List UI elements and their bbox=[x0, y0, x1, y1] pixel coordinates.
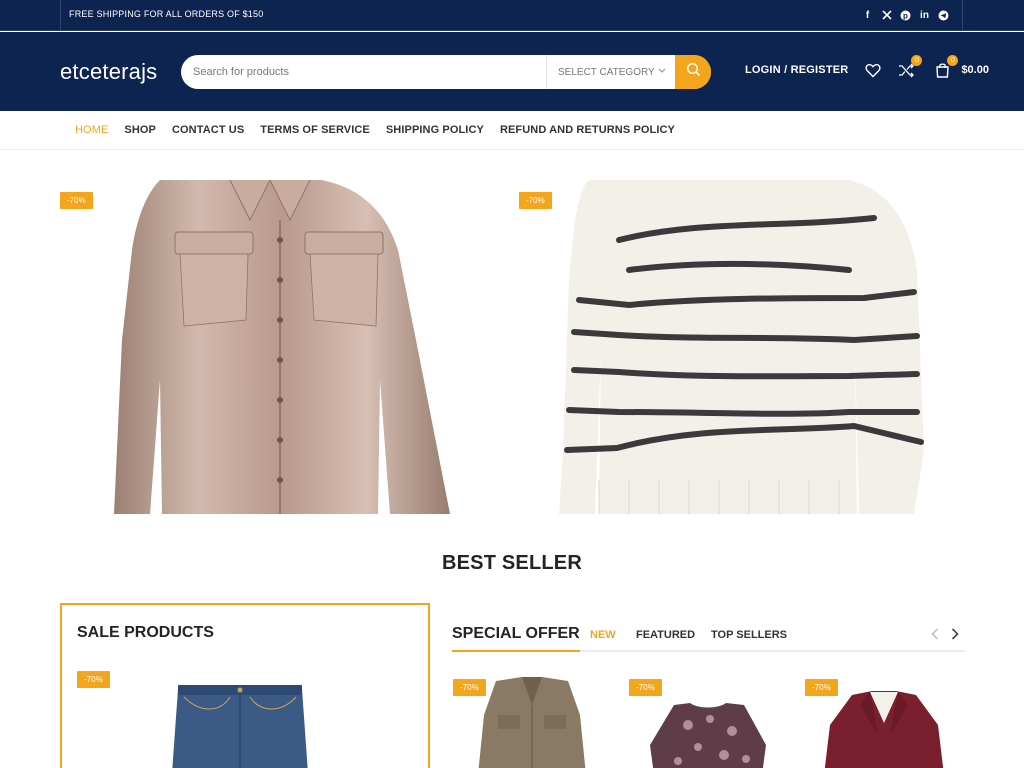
wishlist-icon[interactable] bbox=[864, 61, 882, 79]
carousel-arrows bbox=[931, 627, 959, 643]
tab-new[interactable]: NEW bbox=[590, 629, 616, 641]
search-form: SELECT CATEGORY bbox=[181, 55, 711, 89]
top-bar: FREE SHIPPING FOR ALL ORDERS OF $150 f p… bbox=[0, 0, 1024, 31]
nav-item-shop[interactable]: SHOP bbox=[124, 124, 156, 136]
chevron-down-icon bbox=[658, 66, 666, 76]
best-seller-heading: BEST SELLER bbox=[442, 552, 582, 574]
header-tools: LOGIN / REGISTER 0 0 $0.00 bbox=[745, 55, 989, 80]
cart-total[interactable]: $0.00 bbox=[961, 64, 989, 76]
nav-item-terms-of-service[interactable]: TERMS OF SERVICE bbox=[260, 124, 370, 136]
linkedin-icon[interactable]: in bbox=[919, 8, 930, 22]
product-tabs: SPECIAL OFFER NEW FEATURED TOP SELLERS bbox=[452, 622, 965, 652]
sale-products-heading: SALE PRODUCTS bbox=[77, 624, 214, 641]
discount-badge: -70% bbox=[77, 671, 110, 688]
satin-shirt-image bbox=[114, 180, 450, 514]
nav-item-refund-returns-policy[interactable]: REFUND AND RETURNS POLICY bbox=[500, 124, 675, 136]
discount-badge: -70% bbox=[60, 192, 93, 209]
site-logo[interactable]: etceterajs bbox=[60, 59, 157, 85]
search-button[interactable] bbox=[675, 55, 711, 89]
jeans-image bbox=[172, 685, 308, 768]
telegram-icon[interactable] bbox=[938, 8, 949, 22]
discount-badge: -70% bbox=[453, 679, 486, 696]
divider bbox=[60, 0, 61, 31]
main-navigation: HOME SHOP CONTACT US TERMS OF SERVICE SH… bbox=[0, 111, 1024, 150]
divider bbox=[962, 0, 963, 31]
nav-item-shipping-policy[interactable]: SHIPPING POLICY bbox=[386, 124, 484, 136]
tab-featured[interactable]: FEATURED bbox=[636, 629, 695, 641]
striped-sweater-image bbox=[559, 180, 924, 514]
special-offer-heading[interactable]: SPECIAL OFFER bbox=[452, 625, 580, 652]
tab-top-sellers[interactable]: TOP SELLERS bbox=[711, 629, 787, 641]
chevron-right-icon[interactable] bbox=[951, 627, 959, 643]
nav-menu: HOME SHOP CONTACT US TERMS OF SERVICE SH… bbox=[75, 124, 675, 136]
product-card-blazer[interactable]: -70% bbox=[804, 675, 964, 768]
svg-text:p: p bbox=[903, 11, 908, 20]
nav-item-contact-us[interactable]: CONTACT US bbox=[172, 124, 244, 136]
jeans-product[interactable] bbox=[170, 683, 310, 768]
category-select[interactable]: SELECT CATEGORY bbox=[546, 55, 676, 89]
chevron-left-icon[interactable] bbox=[931, 627, 939, 643]
banner-product-shirt[interactable]: -70% bbox=[60, 180, 480, 514]
cart-count-badge: 0 bbox=[947, 55, 959, 66]
compare-count-badge: 0 bbox=[911, 55, 923, 66]
product-card-blouse[interactable]: -70% bbox=[628, 675, 788, 768]
search-input[interactable] bbox=[193, 55, 543, 89]
pinterest-icon[interactable]: p bbox=[900, 8, 911, 22]
login-register-link[interactable]: LOGIN / REGISTER bbox=[745, 64, 848, 76]
x-twitter-icon[interactable] bbox=[881, 8, 892, 22]
free-shipping-text: FREE SHIPPING FOR ALL ORDERS OF $150 bbox=[69, 9, 264, 19]
banner-product-sweater[interactable]: -70% bbox=[519, 180, 964, 514]
sale-products-box: SALE PRODUCTS -70% bbox=[60, 603, 430, 768]
main-header: etceterajs SELECT CATEGORY LOGIN / REGIS… bbox=[0, 32, 1024, 111]
nav-item-home[interactable]: HOME bbox=[75, 124, 108, 136]
discount-badge: -70% bbox=[519, 192, 552, 209]
cart-icon[interactable]: 0 bbox=[933, 55, 959, 79]
social-links: f p in bbox=[862, 8, 949, 22]
discount-badge: -70% bbox=[629, 679, 662, 696]
discount-badge: -70% bbox=[805, 679, 838, 696]
compare-icon[interactable]: 0 bbox=[897, 55, 923, 79]
product-card-jacket[interactable]: -70% bbox=[452, 675, 612, 768]
category-select-label: SELECT CATEGORY bbox=[558, 66, 655, 78]
search-icon bbox=[686, 62, 701, 82]
facebook-icon[interactable]: f bbox=[862, 8, 873, 22]
